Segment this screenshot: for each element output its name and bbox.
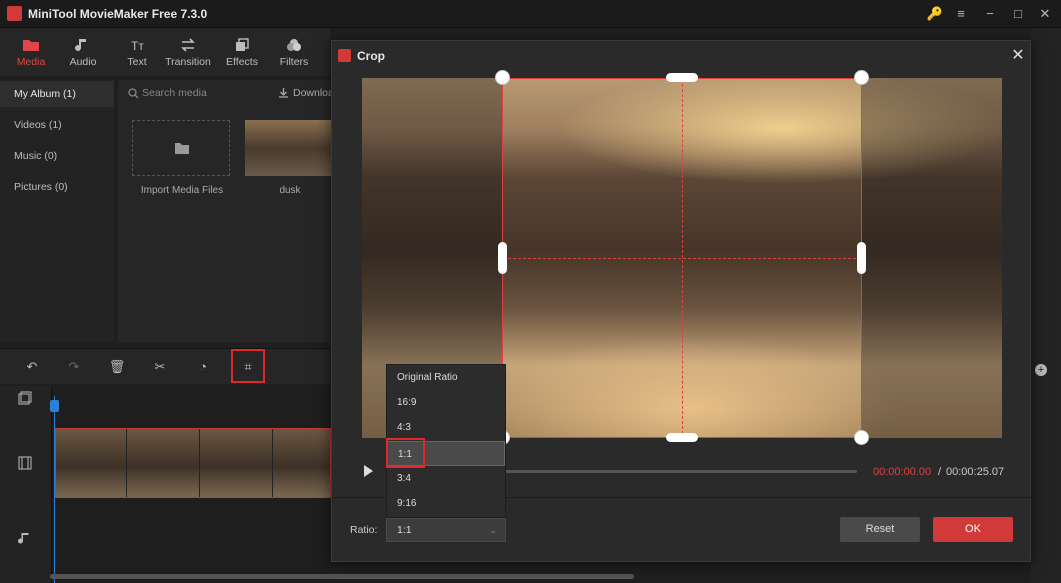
music-note-icon [75,39,86,52]
clip-frame-divider [126,429,127,497]
play-button[interactable] [364,465,373,477]
media-panel: Search media Download Import Media Files… [118,80,340,342]
ratio-option-9-16[interactable]: 9:16 [387,491,505,516]
minimize-button[interactable]: − [979,3,1001,25]
tab-effects[interactable]: Effects [220,28,264,76]
ok-button[interactable]: OK [933,517,1013,542]
import-media-button[interactable] [132,120,230,176]
crop-tool-highlight [231,349,265,383]
svg-text:Tт: Tт [131,39,144,53]
key-icon[interactable]: 🔑 [924,3,946,25]
app-logo-icon [338,49,351,62]
crop-handle-top[interactable] [666,73,698,82]
nav-item-pictures[interactable]: Pictures (0) [0,174,114,200]
search-row: Search media Download [118,80,340,106]
crop-handle-bottom[interactable] [666,433,698,442]
redo-icon[interactable]: ↷ [64,357,84,377]
timeline-toolbar: ↶ ↷ 🗑 ✂ ◔ ⌗ [0,348,330,384]
ratio-option-4-3[interactable]: 4:3 [387,415,505,440]
folder-icon [175,143,189,154]
media-thumbnail-dusk[interactable] [245,120,335,176]
clip-frame-divider [272,429,273,497]
crop-handle-top-right[interactable] [854,70,869,85]
crop-handle-left[interactable] [498,242,507,274]
text-icon: Tт [131,39,144,53]
nav-item-my-album[interactable]: My Album (1) [0,81,114,107]
undo-icon[interactable]: ↶ [22,357,42,377]
crop-guide-horizontal [503,258,861,259]
effects-icon [236,38,249,51]
tab-filters[interactable]: Filters [272,28,316,76]
crop-dialog-header: Crop ✕ [332,41,1032,71]
nav-item-music[interactable]: Music (0) [0,143,114,169]
tab-text[interactable]: Tт Text [114,28,160,76]
delete-icon[interactable]: 🗑 [107,357,127,377]
crop-rectangle[interactable] [502,78,862,438]
app-logo-icon [7,6,22,21]
search-input[interactable]: Search media [142,87,207,99]
close-icon[interactable]: ✕ [1008,46,1028,66]
right-panel-edge: + [1031,28,1061,583]
ratio-select[interactable]: 1:1 ⌄ [386,518,506,542]
timeline [0,386,634,583]
video-track-icon [18,456,32,470]
split-scissors-icon[interactable]: ✂ [150,357,170,377]
transition-icon [181,38,195,52]
tab-transition-label: Transition [165,56,211,68]
tab-text-label: Text [127,56,147,68]
playhead[interactable] [54,396,55,583]
main-toolbar: Media Audio Tт Text Transition Effects F… [0,28,330,76]
audio-track-icon [18,533,29,544]
crop-mask-right [862,78,1002,438]
time-separator: / [938,466,942,478]
timeline-scrollbar[interactable] [50,574,634,579]
add-track-icon[interactable] [18,391,32,405]
ratio-select-value: 1:1 [397,524,412,536]
ratio-option-16-9[interactable]: 16:9 [387,390,505,415]
tab-transition[interactable]: Transition [162,28,214,76]
tab-audio[interactable]: Audio [60,28,106,76]
media-library-nav: My Album (1) Videos (1) Music (0) Pictur… [0,80,114,342]
import-media-label: Import Media Files [140,185,224,196]
ratio-label: Ratio: [350,524,378,536]
playhead-handle[interactable] [50,400,59,412]
folder-icon [23,40,39,51]
ratio-option-highlight [386,438,425,468]
clip-frame-divider [199,429,200,497]
tab-media[interactable]: Media [8,28,54,76]
speed-icon[interactable]: ◔ [193,357,213,377]
nav-item-videos[interactable]: Videos (1) [0,112,114,138]
zoom-in-icon[interactable]: + [1035,364,1047,376]
crop-handle-bottom-right[interactable] [854,430,869,445]
chevron-down-icon: ⌄ [489,525,497,535]
close-window-button[interactable]: ✕ [1034,3,1056,25]
tab-media-label: Media [16,56,46,68]
ratio-option-original[interactable]: Original Ratio [387,365,505,390]
filters-icon [287,39,301,51]
crop-handle-right[interactable] [857,242,866,274]
tab-filters-label: Filters [279,56,309,68]
crop-dialog: Crop ✕ 00:00:00.00 / 00:00:25.07 Ratio: … [331,40,1032,562]
current-time: 00:00:00.00 [873,466,932,478]
track-headers [0,386,52,583]
download-icon [279,88,288,98]
title-bar: MiniTool MovieMaker Free 7.3.0 🔑 ≡ − □ ✕ [0,0,1061,28]
app-title: MiniTool MovieMaker Free 7.3.0 [28,7,208,21]
crop-handle-top-left[interactable] [495,70,510,85]
crop-dialog-title: Crop [357,49,385,63]
maximize-button[interactable]: □ [1007,3,1029,25]
media-label-dusk: dusk [279,185,301,196]
menu-icon[interactable]: ≡ [950,3,972,25]
tab-effects-label: Effects [226,56,258,68]
preview-progress-bar[interactable] [502,470,857,473]
search-icon [128,88,139,99]
tab-audio-label: Audio [69,56,97,68]
reset-button[interactable]: Reset [840,517,920,542]
ratio-option-3-4[interactable]: 3:4 [387,466,505,491]
total-time: 00:00:25.07 [946,466,1005,478]
timeline-clip-dusk[interactable] [55,428,331,498]
